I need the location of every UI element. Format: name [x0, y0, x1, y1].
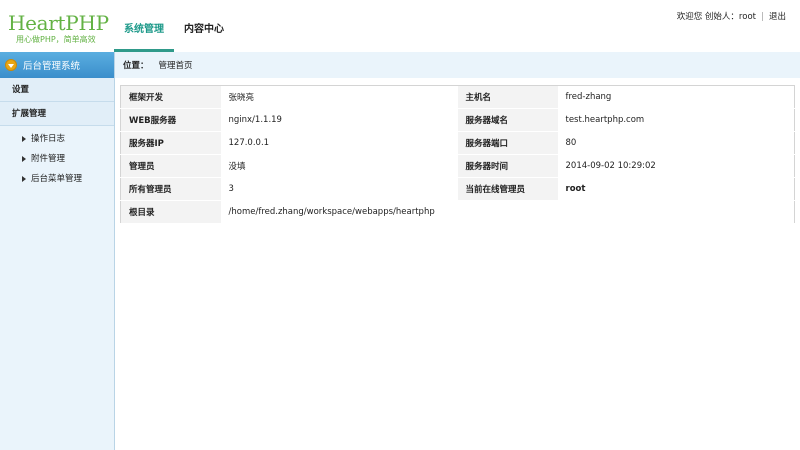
- breadcrumb-current[interactable]: 管理首页: [159, 59, 193, 71]
- caret-right-icon: [22, 176, 26, 182]
- info-key: 所有管理员: [120, 177, 221, 201]
- tab-content-center[interactable]: 内容中心: [174, 0, 234, 52]
- sidebar-item-menu-management[interactable]: 后台菜单管理: [0, 169, 114, 189]
- sidebar-header[interactable]: 后台管理系统: [0, 52, 114, 78]
- sidebar-item-label: 操作日志: [31, 134, 66, 144]
- info-key: 管理员: [120, 154, 221, 178]
- table-row: 根目录 /home/fred.zhang/workspace/webapps/h…: [120, 200, 795, 224]
- info-value: 3: [220, 177, 458, 201]
- user-greeting: 欢迎您 创始人：root: [676, 12, 756, 22]
- sidebar-item-label: 后台菜单管理: [31, 174, 83, 184]
- server-info-table: 框架开发 张晓亮 主机名 fred-zhang WEB服务器 nginx/1.1…: [120, 85, 795, 224]
- sidebar-item-operation-log[interactable]: 操作日志: [0, 129, 114, 149]
- sidebar: 后台管理系统 设置 扩展管理 操作日志 附件管理 后台菜单管理: [0, 52, 115, 450]
- user-bar: 欢迎您 创始人：root 退出: [677, 10, 786, 22]
- info-key: 当前在线管理员: [457, 177, 558, 201]
- logo-title: HeartPHP: [8, 11, 109, 35]
- sidebar-item-label: 附件管理: [31, 154, 66, 164]
- info-key: 服务器时间: [457, 154, 558, 178]
- table-row: 框架开发 张晓亮 主机名 fred-zhang: [120, 85, 795, 109]
- header: HeartPHP 用心做PHP，简单高效 系统管理 内容中心 欢迎您 创始人：r…: [0, 0, 800, 52]
- tab-system-management[interactable]: 系统管理: [114, 0, 174, 52]
- info-value: root: [557, 177, 795, 201]
- info-value: test.heartphp.com: [557, 108, 795, 132]
- info-value: 80: [557, 131, 795, 155]
- top-nav: 系统管理 内容中心: [114, 0, 234, 52]
- logout-link[interactable]: 退出: [769, 10, 786, 22]
- table-row: 管理员 没填 服务器时间 2014-09-02 10:29:02: [120, 154, 795, 178]
- info-value: nginx/1.1.19: [220, 108, 458, 132]
- info-value: fred-zhang: [557, 85, 795, 109]
- info-key: 根目录: [120, 200, 221, 224]
- chevron-down-icon: [5, 59, 17, 71]
- sidebar-group-settings[interactable]: 设置: [0, 78, 114, 102]
- table-row: WEB服务器 nginx/1.1.19 服务器域名 test.heartphp.…: [120, 108, 795, 132]
- sidebar-title: 后台管理系统: [23, 61, 81, 72]
- breadcrumb: 位置： 管理首页: [115, 52, 800, 78]
- sidebar-group-extensions[interactable]: 扩展管理: [0, 102, 114, 126]
- sidebar-item-attachments[interactable]: 附件管理: [0, 149, 114, 169]
- info-key: WEB服务器: [120, 108, 221, 132]
- info-key: 主机名: [457, 85, 558, 109]
- divider: [761, 11, 763, 21]
- info-key: 服务器IP: [120, 131, 221, 155]
- caret-right-icon: [22, 136, 26, 142]
- info-value: /home/fred.zhang/workspace/webapps/heart…: [220, 200, 795, 224]
- breadcrumb-label: 位置：: [123, 61, 149, 71]
- info-key: 服务器端口: [457, 131, 558, 155]
- info-value: 127.0.0.1: [220, 131, 458, 155]
- logo-subtitle: 用心做PHP，简单高效: [16, 35, 96, 44]
- info-key: 框架开发: [120, 85, 221, 109]
- table-row: 所有管理员 3 当前在线管理员 root: [120, 177, 795, 201]
- table-row: 服务器IP 127.0.0.1 服务器端口 80: [120, 131, 795, 155]
- sidebar-items: 操作日志 附件管理 后台菜单管理: [0, 126, 114, 189]
- info-value: 2014-09-02 10:29:02: [557, 154, 795, 178]
- info-value: 没填: [220, 154, 458, 178]
- info-key: 服务器域名: [457, 108, 558, 132]
- logo[interactable]: HeartPHP 用心做PHP，简单高效: [8, 12, 109, 46]
- info-value: 张晓亮: [220, 85, 458, 109]
- caret-right-icon: [22, 156, 26, 162]
